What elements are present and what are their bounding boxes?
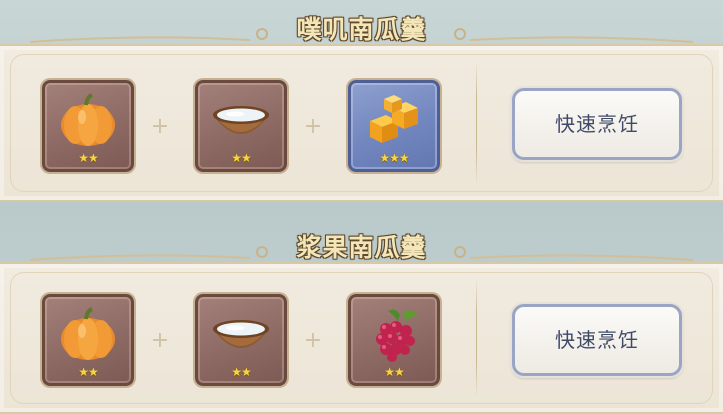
rarity-stars: ★★ <box>78 365 99 379</box>
recipe-title-banner: 噗叽南瓜羹 <box>0 4 723 48</box>
raspberry-icon <box>376 309 418 362</box>
ingredient-slot-coconut-milk[interactable]: ★★ <box>195 80 287 172</box>
recipe-card-1: 噗叽南瓜羹 ★★ + ★★ + ★★★ 快速烹饪 <box>0 0 723 202</box>
plus-sign: + <box>303 114 323 139</box>
ingredient-slot-coconut-milk[interactable]: ★★ <box>195 294 287 386</box>
rarity-stars: ★★ <box>78 151 99 165</box>
ingredient-slot-honey-cube[interactable]: ★★★ <box>348 80 440 172</box>
ingredient-slot-pumpkin[interactable]: ★★ <box>42 294 134 386</box>
rarity-stars: ★★★ <box>379 151 409 165</box>
recipe-title-banner: 浆果南瓜羹 <box>0 222 723 266</box>
coconut-milk-icon <box>213 320 269 348</box>
panel-divider <box>476 278 477 398</box>
panel-divider <box>476 60 477 186</box>
rarity-stars: ★★ <box>384 365 405 379</box>
honey-cube-icon <box>370 95 418 143</box>
ingredient-slot-pumpkin[interactable]: ★★ <box>42 80 134 172</box>
coconut-milk-icon <box>213 106 269 134</box>
rarity-stars: ★★ <box>231 151 252 165</box>
plus-sign: + <box>150 114 170 139</box>
rarity-stars: ★★ <box>231 365 252 379</box>
recipe-title: 浆果南瓜羹 <box>296 233 427 262</box>
plus-sign: + <box>303 328 323 353</box>
pumpkin-icon <box>61 307 115 360</box>
plus-sign: + <box>150 328 170 353</box>
pumpkin-icon <box>61 93 115 146</box>
recipe-title: 噗叽南瓜羹 <box>296 15 427 44</box>
ingredient-slot-raspberry[interactable]: ★★ <box>348 294 440 386</box>
quick-cook-button[interactable]: 快速烹饪 <box>512 304 682 376</box>
quick-cook-button[interactable]: 快速烹饪 <box>512 88 682 160</box>
